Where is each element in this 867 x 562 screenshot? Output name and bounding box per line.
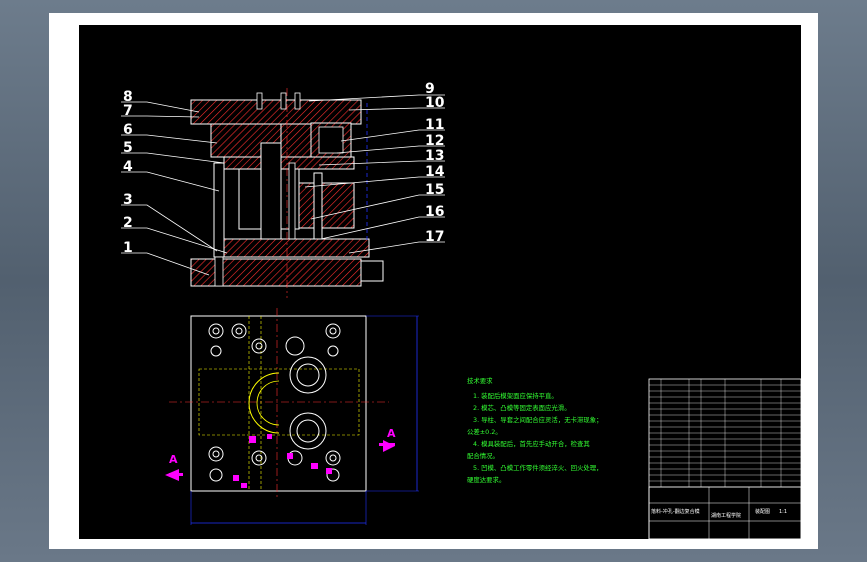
callout-11: 11	[425, 117, 444, 133]
lower-die-plate	[223, 238, 370, 258]
assembly-drawing: 8 7 6 5 4 3 2 1 9 10 11 12 13 14 15 16 1…	[79, 25, 802, 540]
note-line-7: 5. 凹模、凸模工作零件须经淬火、回火处理，	[473, 463, 603, 472]
callout-13: 13	[425, 148, 444, 164]
callout-10: 10	[425, 95, 445, 111]
callout-17: 17	[425, 229, 444, 245]
title-scale: 1:1	[779, 509, 787, 515]
top-bolt-3	[294, 92, 301, 110]
notes-heading: 技术要求	[467, 376, 493, 385]
note-line-2: 2. 模芯、凸模等固定表面应光滑。	[473, 403, 571, 412]
callouts-left: 8 7 6 5 4 3 2 1	[123, 89, 133, 256]
title-drawing-name: 落料-冲孔-翻边复合模	[651, 508, 700, 515]
punch	[260, 142, 282, 240]
note-line-1: 1. 装配后模架面应保持平直。	[473, 391, 558, 400]
drawing-sheet: 8 7 6 5 4 3 2 1 9 10 11 12 13 14 15 16 1…	[49, 13, 818, 549]
callout-6: 6	[123, 122, 133, 138]
title-sheet-label: 装配图	[755, 508, 770, 515]
callout-4: 4	[123, 159, 133, 175]
ejector-rod	[288, 162, 296, 244]
callout-15: 15	[425, 182, 444, 198]
guide-pillar-left	[213, 162, 225, 258]
note-line-5: 4. 模具装配后，首先应手动开合，检查其	[473, 439, 590, 448]
title-school: 湖南工程学院	[711, 512, 741, 519]
note-line-3: 3. 导柱、导套之间配合应灵活，无卡滞现象；	[473, 415, 603, 424]
spring-housing-inner	[318, 126, 344, 154]
base-slot	[360, 260, 384, 282]
callout-7: 7	[123, 103, 133, 119]
front-section-view	[190, 88, 384, 298]
callout-12: 12	[425, 133, 444, 149]
section-mark-left: A	[169, 453, 178, 466]
callout-16: 16	[425, 204, 444, 220]
base-bolt	[214, 256, 224, 287]
note-line-8: 硬度达要求。	[467, 475, 505, 484]
die-insert	[298, 182, 355, 229]
section-mark-right: A	[387, 427, 396, 440]
callout-3: 3	[123, 192, 133, 208]
top-bolt-1	[256, 92, 263, 110]
top-bolt-2	[280, 92, 287, 110]
callout-14: 14	[425, 164, 445, 180]
note-line-4: 公差±0.2。	[467, 427, 502, 436]
callout-1: 1	[123, 240, 133, 256]
callout-5: 5	[123, 140, 133, 156]
note-line-6: 配合情况。	[467, 451, 499, 460]
callout-2: 2	[123, 215, 133, 231]
plan-outline	[190, 315, 367, 492]
title-block: 落料-冲孔-翻边复合模 湖南工程学院 装配图 1:1	[648, 378, 802, 540]
upper-die-plate	[190, 99, 362, 125]
